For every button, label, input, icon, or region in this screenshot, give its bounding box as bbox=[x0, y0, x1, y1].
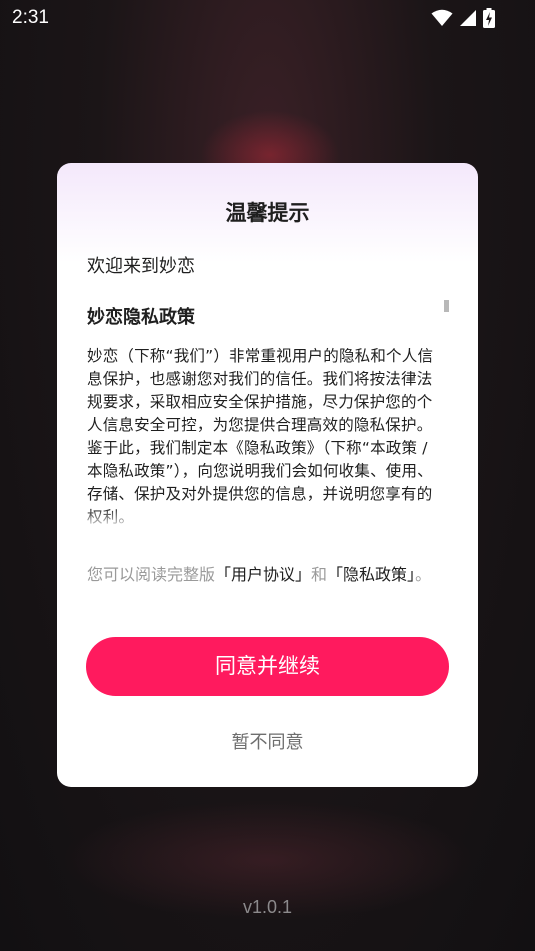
signal-icon bbox=[459, 9, 477, 27]
agree-continue-button[interactable]: 同意并继续 bbox=[86, 637, 449, 696]
privacy-dialog: 温馨提示 欢迎来到妙恋 妙恋隐私政策 妙恋（下称“我们”）非常重视用户的隐私和个… bbox=[57, 163, 478, 787]
policy-body-text: 妙恋（下称“我们”）非常重视用户的隐私和个人信息保护，也感谢您对我们的信任。我们… bbox=[87, 347, 434, 526]
policy-fade bbox=[87, 508, 450, 538]
welcome-text: 欢迎来到妙恋 bbox=[87, 256, 195, 277]
wifi-icon bbox=[431, 9, 453, 27]
read-note-suffix: 。 bbox=[415, 565, 432, 584]
policy-scroll-area[interactable]: 妙恋隐私政策 妙恋（下称“我们”）非常重视用户的隐私和个人信息保护，也感谢您对我… bbox=[87, 293, 450, 538]
scrollbar-thumb[interactable] bbox=[444, 300, 449, 312]
read-note-prefix: 您可以阅读完整版 bbox=[87, 565, 216, 584]
app-version: v1.0.1 bbox=[242, 897, 293, 917]
status-time: 2:31 bbox=[12, 7, 49, 28]
status-icons bbox=[431, 8, 495, 28]
dialog-title: 温馨提示 bbox=[225, 201, 310, 225]
app-screen: 2:31 温馨提示 欢迎来到妙恋 妙恋隐私政策 妙恋（下称“我们”）非常重视用户… bbox=[0, 0, 535, 951]
battery-charging-icon bbox=[483, 8, 495, 28]
privacy-policy-link[interactable]: 「隐私政策」 bbox=[327, 565, 415, 584]
status-bar: 2:31 bbox=[0, 0, 535, 36]
read-full-note: 您可以阅读完整版「用户协议」和「隐私政策」。 bbox=[87, 563, 450, 586]
policy-heading: 妙恋隐私政策 bbox=[87, 307, 195, 328]
decline-button[interactable]: 暂不同意 bbox=[187, 728, 348, 758]
read-note-and: 和 bbox=[311, 565, 328, 584]
user-agreement-link[interactable]: 「用户协议」 bbox=[215, 565, 311, 584]
